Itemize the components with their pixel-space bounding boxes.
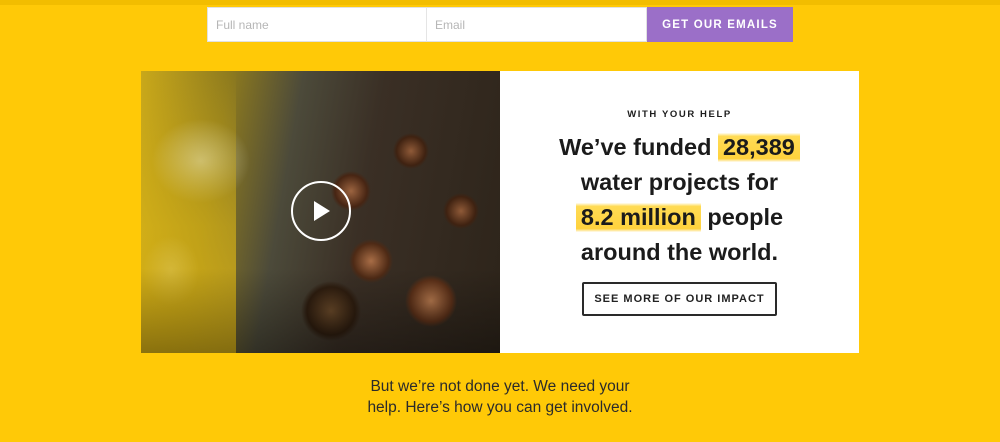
people-count-highlight: 8.2 million: [575, 200, 701, 235]
cta-line: But we’re not done yet. We need your: [370, 378, 630, 395]
play-button[interactable]: [291, 181, 351, 241]
top-strip: [0, 0, 1000, 5]
headline-text: people: [707, 204, 784, 230]
get-our-emails-button[interactable]: GET OUR EMAILS: [647, 7, 793, 42]
cta-line: help. Here’s how you can get involved.: [367, 399, 633, 416]
hero-video-thumbnail[interactable]: [141, 71, 500, 353]
email-signup-form: GET OUR EMAILS: [207, 7, 793, 42]
impact-headline: We’ve funded 28,389 water projects for 8…: [500, 130, 859, 270]
get-involved-text: But we’re not done yet. We need your hel…: [300, 376, 700, 418]
kicker-label: WITH YOUR HELP: [627, 109, 732, 120]
full-name-field[interactable]: [207, 7, 427, 42]
impact-card: WITH YOUR HELP We’ve funded 28,389 water…: [141, 71, 859, 353]
headline-text: We’ve funded: [559, 134, 712, 160]
headline-text: around the world.: [580, 239, 779, 265]
email-field[interactable]: [427, 7, 647, 42]
see-more-impact-button[interactable]: SEE MORE OF OUR IMPACT: [582, 282, 777, 316]
projects-count-highlight: 28,389: [717, 130, 800, 165]
headline-text: water projects for: [580, 169, 779, 195]
play-icon: [314, 201, 330, 221]
impact-text-panel: WITH YOUR HELP We’ve funded 28,389 water…: [500, 71, 859, 353]
